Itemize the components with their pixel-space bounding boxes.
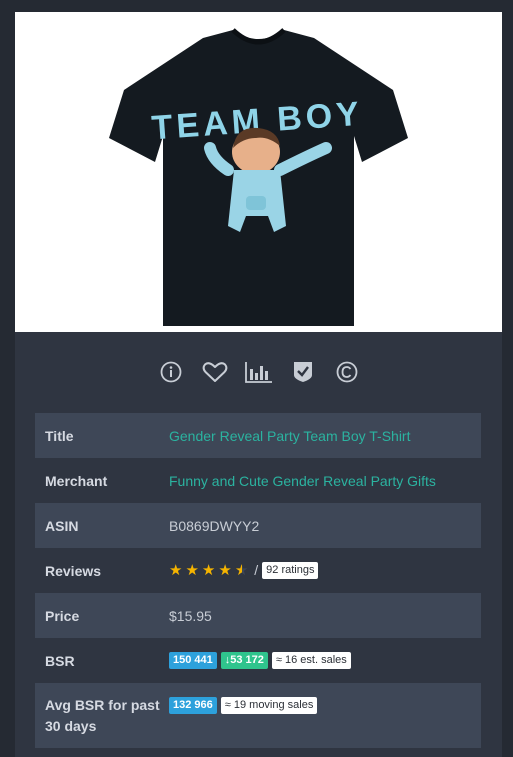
avg-bsr-label-line2: 30 days — [45, 718, 97, 734]
avg-bsr-label-line1: Avg BSR for past — [45, 697, 160, 713]
avg-bsr-values: 132 966 ≈ 19 moving sales — [169, 683, 481, 714]
price-label: Price — [45, 607, 80, 624]
price-row: Price $15.95 — [35, 593, 481, 638]
est-sales-badge: ≈ 16 est. sales — [271, 652, 351, 669]
merchant-link[interactable]: Funny and Cute Gender Reveal Party Gifts — [169, 473, 481, 489]
bar-chart-icon[interactable] — [244, 358, 273, 386]
star-rating: ★ ★ ★ ★ ★ — [169, 563, 248, 578]
bsr-row: BSR 150 441 ↓53 172 ≈ 16 est. sales — [35, 638, 481, 683]
half-star-icon: ★ — [234, 562, 249, 580]
merchant-label: Merchant — [45, 472, 108, 489]
product-card: TEAM BOY Title Gender Reveal Party Team … — [15, 12, 502, 757]
product-image[interactable]: TEAM BOY — [15, 12, 502, 332]
bsr-values: 150 441 ↓53 172 ≈ 16 est. sales — [169, 652, 481, 669]
avg-bsr-rank-badge: 132 966 — [169, 697, 217, 714]
star-icon: ★ — [218, 562, 232, 580]
asin-value: B0869DWYY2 — [169, 517, 260, 534]
shield-check-icon[interactable] — [289, 358, 317, 386]
merchant-row: Merchant Funny and Cute Gender Reveal Pa… — [35, 458, 481, 503]
action-toolbar — [15, 332, 502, 412]
star-icon: ★ — [185, 562, 199, 580]
asin-label: ASIN — [45, 517, 79, 534]
ratings-count-badge: 92 ratings — [262, 562, 319, 580]
avg-bsr-label: Avg BSR for past 30 days — [35, 683, 169, 737]
price-value: $15.95 — [169, 607, 212, 624]
star-icon: ★ — [201, 562, 216, 580]
moving-sales-badge: ≈ 19 moving sales — [220, 697, 318, 714]
info-icon[interactable] — [157, 358, 185, 386]
rating-separator: / — [254, 561, 259, 578]
title-label: Title — [45, 427, 74, 444]
reviews-value: ★ ★ ★ ★ ★ /92 ratings — [169, 562, 481, 580]
avg-bsr-row: Avg BSR for past 30 days 132 966 ≈ 19 mo… — [35, 683, 481, 748]
copyright-icon[interactable] — [333, 358, 361, 386]
heart-icon[interactable] — [201, 358, 229, 386]
reviews-row: Reviews ★ ★ ★ ★ ★ /92 ratings — [35, 548, 481, 593]
tshirt-image: TEAM BOY — [109, 28, 408, 326]
bsr-change-badge: ↓53 172 — [220, 652, 268, 669]
bsr-label: BSR — [45, 652, 75, 669]
star-icon: ★ — [169, 562, 183, 580]
reviews-label: Reviews — [45, 562, 102, 579]
title-row: Title Gender Reveal Party Team Boy T-Shi… — [35, 413, 481, 458]
title-link[interactable]: Gender Reveal Party Team Boy T-Shirt — [169, 428, 481, 444]
product-details-table: Title Gender Reveal Party Team Boy T-Shi… — [35, 413, 481, 748]
bsr-rank-badge: 150 441 — [169, 652, 217, 669]
asin-row: ASIN B0869DWYY2 — [35, 503, 481, 548]
